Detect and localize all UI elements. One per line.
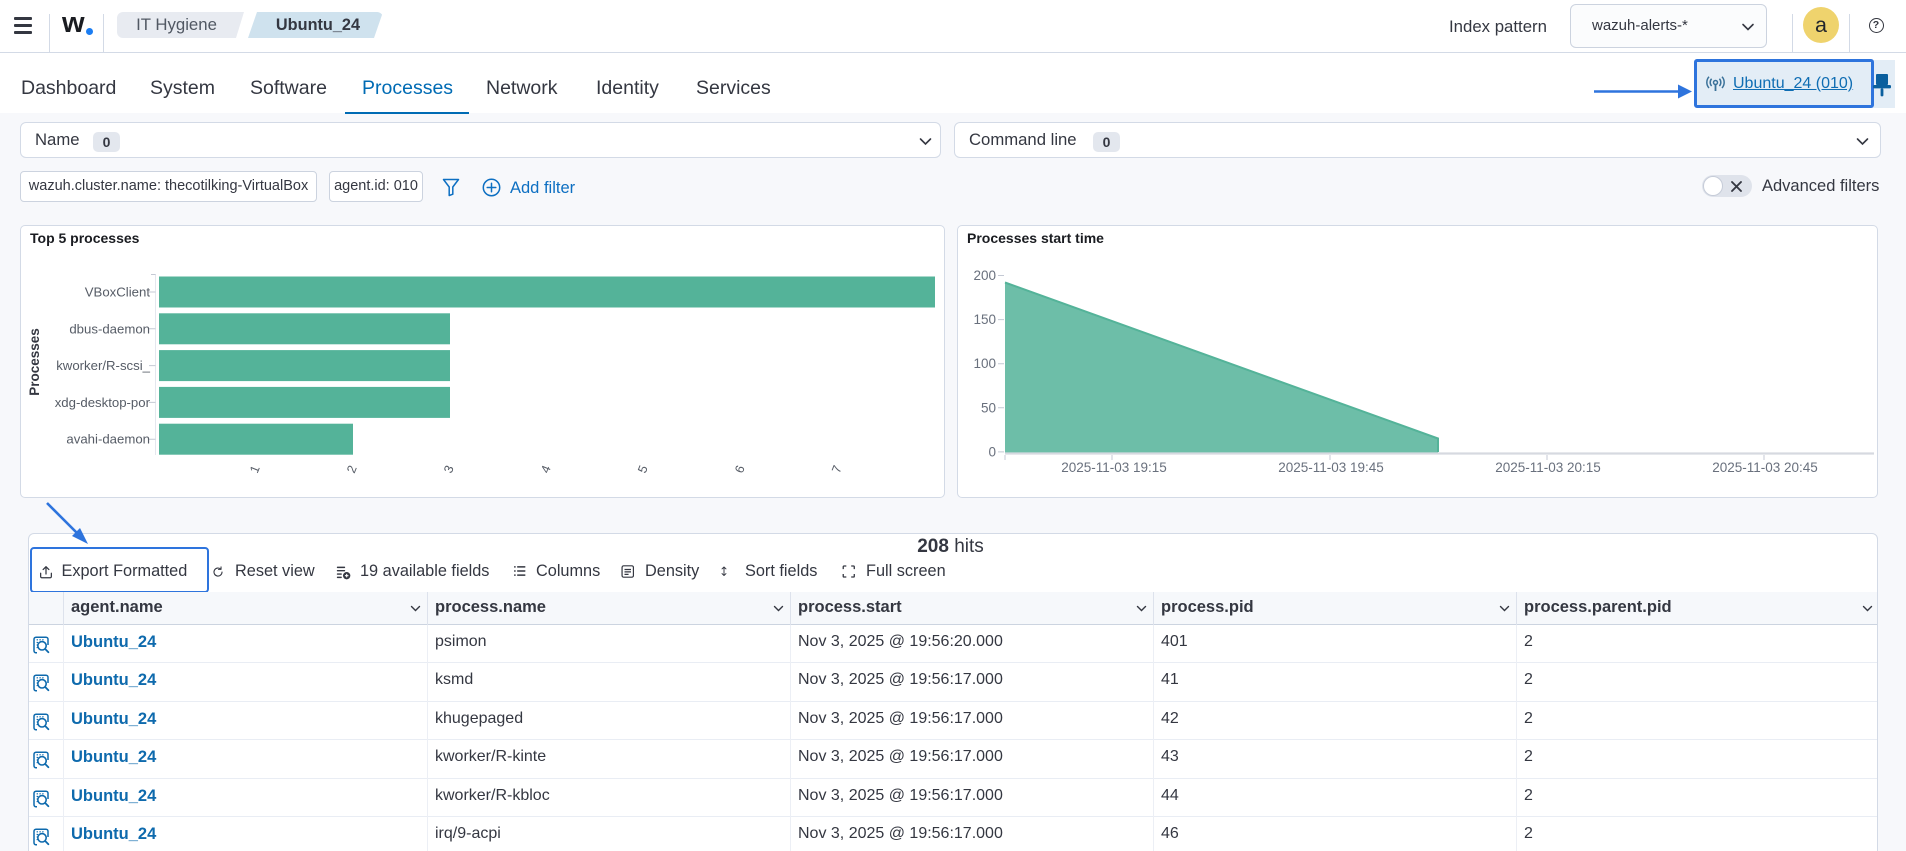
- svg-text:VBoxClient: VBoxClient: [85, 285, 151, 300]
- svg-text:xdg-desktop-por: xdg-desktop-por: [55, 395, 151, 410]
- svg-text:150: 150: [973, 312, 996, 327]
- svg-text:2025-11-03 20:15: 2025-11-03 20:15: [1495, 460, 1601, 475]
- svg-text:2025-11-03 19:15: 2025-11-03 19:15: [1061, 460, 1167, 475]
- svg-text:100: 100: [973, 356, 996, 371]
- svg-text:Processes: Processes: [27, 328, 42, 396]
- svg-text:4: 4: [538, 463, 554, 475]
- svg-text:avahi-daemon: avahi-daemon: [66, 432, 150, 447]
- svg-text:200: 200: [973, 268, 996, 283]
- svg-text:1: 1: [247, 463, 263, 475]
- svg-text:2025-11-03 19:45: 2025-11-03 19:45: [1278, 460, 1384, 475]
- svg-text:2025-11-03 20:45: 2025-11-03 20:45: [1712, 460, 1818, 475]
- svg-text:3: 3: [441, 463, 457, 475]
- svg-text:0: 0: [988, 444, 996, 459]
- svg-text:7: 7: [829, 463, 845, 475]
- svg-text:5: 5: [635, 463, 651, 475]
- svg-text:50: 50: [981, 400, 996, 415]
- svg-text:dbus-daemon: dbus-daemon: [69, 321, 150, 336]
- svg-text:2: 2: [344, 463, 360, 475]
- svg-text:kworker/R-scsi_: kworker/R-scsi_: [56, 358, 150, 373]
- svg-text:6: 6: [732, 463, 748, 475]
